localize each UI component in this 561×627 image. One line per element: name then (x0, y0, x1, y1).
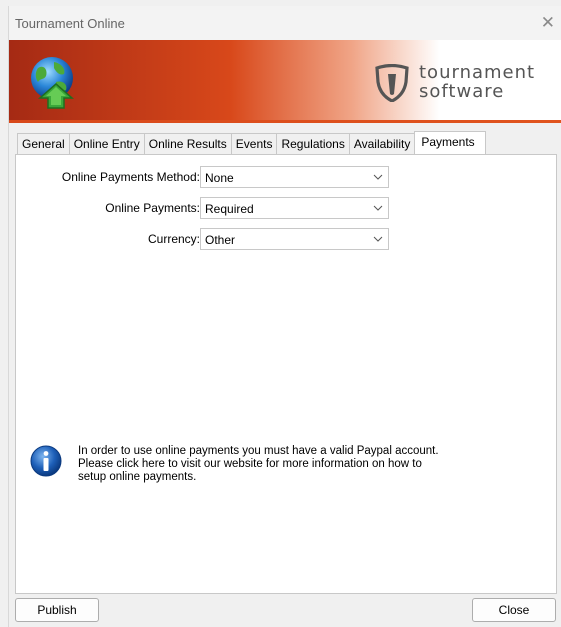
payments-panel: Online Payments Method: None Online Paym… (15, 154, 557, 594)
brand-logo: tournament software (375, 58, 555, 108)
shield-logo-icon (375, 64, 409, 102)
info-line-3: setup online payments. (78, 471, 197, 483)
tab-general[interactable]: General (17, 133, 70, 154)
title-bar: Tournament Online ✕ (9, 6, 561, 40)
currency-value: Other (205, 233, 236, 247)
chevron-down-icon (373, 236, 383, 242)
chevron-down-icon (373, 205, 383, 211)
payments-method-select[interactable]: None (200, 166, 389, 188)
publish-button[interactable]: Publish (15, 598, 99, 622)
brand-line-1: tournament (419, 62, 536, 83)
tab-availability[interactable]: Availability (348, 133, 416, 154)
globe-upload-icon (31, 57, 74, 109)
brand-name: tournament software (419, 63, 535, 101)
payments-method-label: Online Payments Method: (61, 170, 200, 184)
currency-select[interactable]: Other (200, 228, 389, 250)
tournament-online-window: Tournament Online ✕ tournament software (8, 6, 561, 627)
tab-events[interactable]: Events (230, 133, 278, 154)
info-line-1: In order to use online payments you must… (78, 445, 439, 457)
tab-online-entry[interactable]: Online Entry (68, 133, 145, 154)
currency-row: Currency: Other (16, 228, 556, 250)
close-button[interactable]: Close (472, 598, 556, 622)
tab-online-results[interactable]: Online Results (143, 133, 232, 154)
paypal-info: In order to use online payments you must… (30, 445, 530, 495)
brand-line-2: software (419, 81, 505, 102)
online-payments-label: Online Payments: (105, 201, 200, 215)
info-icon (30, 445, 62, 477)
online-payments-select[interactable]: Required (200, 197, 389, 219)
payments-method-value: None (205, 171, 234, 185)
banner-divider (9, 120, 561, 123)
paypal-info-link[interactable]: In order to use online payments you must… (78, 445, 518, 484)
close-icon[interactable]: ✕ (541, 13, 555, 33)
chevron-down-icon (373, 174, 383, 180)
online-payments-row: Online Payments: Required (16, 197, 556, 219)
currency-label: Currency: (147, 232, 200, 246)
window-title: Tournament Online (15, 16, 125, 31)
payments-method-row: Online Payments Method: None (16, 166, 556, 188)
info-line-2: Please click here to visit our website f… (78, 458, 422, 470)
tab-regulations[interactable]: Regulations (276, 133, 350, 154)
online-payments-value: Required (205, 202, 254, 216)
tab-payments[interactable]: Payments (414, 131, 486, 154)
tab-strip: General Online Entry Online Results Even… (17, 131, 486, 154)
